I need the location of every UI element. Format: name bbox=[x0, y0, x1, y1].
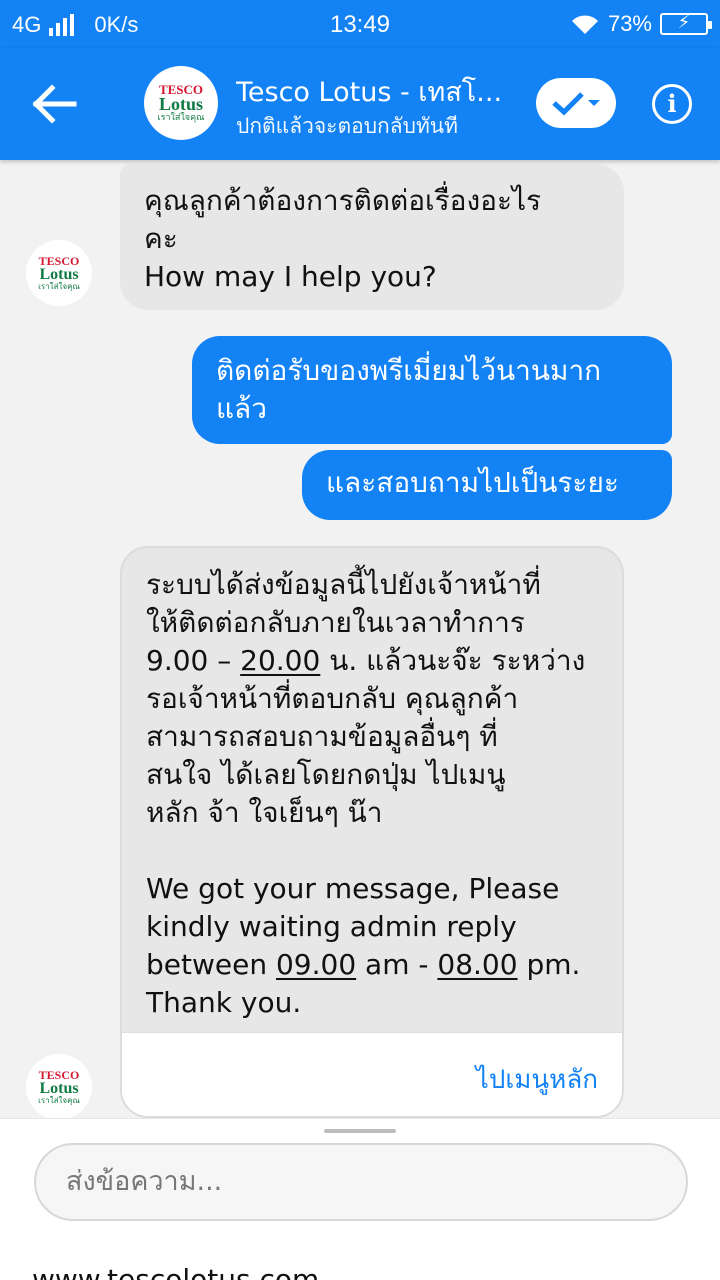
message-line: How may I help you? bbox=[144, 260, 437, 293]
message-line: ติดต่อรับของพรีเมี่ยมไว้นานมาก bbox=[216, 354, 602, 387]
composer: ส่งข้อความ... www.tescolotus.com bbox=[0, 1118, 720, 1280]
wifi-icon bbox=[571, 15, 598, 34]
message-line: สามารถสอบถามข้อมูลอื่นๆ ที่ bbox=[146, 720, 498, 753]
message-line: รอเจ้าหน้าที่ตอบกลับ คุณลูกค้า bbox=[146, 682, 519, 715]
sender-avatar[interactable]: TESCO Lotus เราใส่ใจคุณ bbox=[26, 1054, 92, 1118]
sender-avatar[interactable]: TESCO Lotus เราใส่ใจคุณ bbox=[26, 240, 92, 306]
chat-header: TESCO Lotus เราใส่ใจคุณ Tesco Lotus - เท… bbox=[0, 48, 720, 160]
message-input[interactable]: ส่งข้อความ... bbox=[34, 1143, 688, 1221]
quick-reply-link[interactable]: www.tescolotus.com bbox=[32, 1263, 319, 1280]
message-line: ให้ติดต่อกลับภายในเวลาทำการ bbox=[146, 606, 525, 639]
message-line: We got your message, Please bbox=[146, 872, 560, 905]
message-line: between 09.00 am - 08.00 pm. bbox=[146, 948, 581, 981]
outgoing-message[interactable]: ติดต่อรับของพรีเมี่ยมไว้นานมาก แล้ว bbox=[192, 336, 672, 444]
message-line: หลัก จ้า ใจเย็นๆ น๊า bbox=[146, 796, 383, 829]
message-line: คุณลูกค้าต้องการติดต่อเรื่องอะไร bbox=[144, 184, 542, 217]
message-line: 9.00 – 20.00 น. แล้วนะจ๊ะ ระหว่าง bbox=[146, 644, 586, 677]
tesco-lotus-logo: TESCO Lotus เราใส่ใจคุณ bbox=[144, 66, 218, 140]
done-button[interactable] bbox=[536, 78, 616, 128]
message-line: kindly waiting admin reply bbox=[146, 910, 517, 943]
main-menu-button[interactable]: ไปเมนูหลัก bbox=[122, 1032, 622, 1116]
message-line: ระบบได้ส่งข้อมูลนี้ไปยังเจ้าหน้าที่ bbox=[146, 568, 541, 601]
battery-icon: ⚡ bbox=[660, 12, 712, 35]
message-line: Thank you. bbox=[146, 986, 302, 1019]
drag-handle[interactable] bbox=[324, 1129, 396, 1133]
page-avatar[interactable]: TESCO Lotus เราใส่ใจคุณ bbox=[144, 66, 218, 140]
back-arrow-icon[interactable] bbox=[30, 82, 80, 126]
response-status: ปกติแล้วจะตอบกลับทันที bbox=[236, 114, 458, 138]
battery-percent: 73% bbox=[607, 11, 652, 36]
outgoing-message[interactable]: และสอบถามไปเป็นระยะ bbox=[302, 450, 672, 520]
message-line: และสอบถามไปเป็นระยะ bbox=[326, 466, 619, 499]
tesco-lotus-logo: TESCO Lotus เราใส่ใจคุณ bbox=[26, 240, 92, 306]
tesco-lotus-logo: TESCO Lotus เราใส่ใจคุณ bbox=[26, 1054, 92, 1118]
main-menu-label: ไปเมนูหลัก bbox=[475, 1065, 598, 1095]
status-bar: 4G 0K/s 13:49 73% ⚡ bbox=[0, 0, 720, 48]
incoming-message[interactable]: คุณลูกค้าต้องการติดต่อเรื่องอะไร คะ How … bbox=[120, 164, 624, 310]
checkmark-icon bbox=[552, 92, 584, 116]
info-icon[interactable]: i bbox=[652, 84, 692, 124]
card-text: ระบบได้ส่งข้อมูลนี้ไปยังเจ้าหน้าที่ ให้ต… bbox=[122, 548, 622, 1022]
bot-message-card[interactable]: ระบบได้ส่งข้อมูลนี้ไปยังเจ้าหน้าที่ ให้ต… bbox=[120, 546, 624, 1118]
status-right: 73% ⚡ bbox=[570, 11, 712, 37]
chat-thread[interactable]: คุณลูกค้าต้องการติดต่อเรื่องอะไร คะ How … bbox=[0, 160, 720, 1118]
page-title[interactable]: Tesco Lotus - เทสโ... bbox=[236, 70, 506, 113]
message-line: แล้ว bbox=[216, 392, 267, 425]
message-line: คะ bbox=[144, 222, 178, 255]
message-line: สนใจ ได้เลยโดยกดปุ่ม ไปเมนู bbox=[146, 758, 506, 791]
chevron-down-icon bbox=[588, 100, 600, 106]
